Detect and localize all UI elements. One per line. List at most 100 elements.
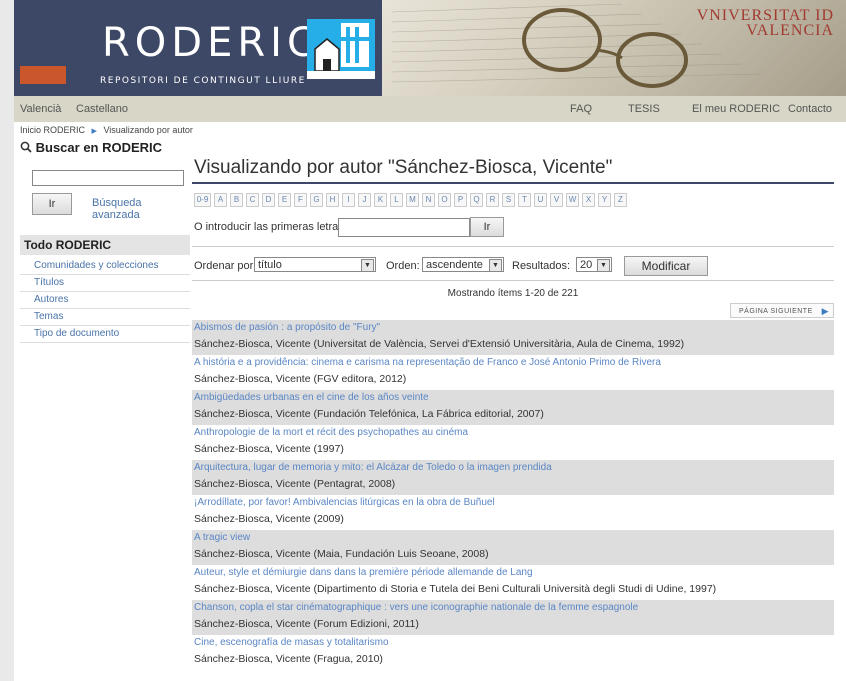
next-page-button[interactable]: PÁGINA SIGUIENTE ▶: [730, 303, 834, 318]
chevron-right-icon: ▶: [821, 306, 829, 316]
item-title-link[interactable]: Cine, escenografía de masas y totalitari…: [194, 637, 389, 648]
alphabet-letter[interactable]: N: [422, 193, 435, 207]
alphabet-letter[interactable]: H: [326, 193, 339, 207]
alphabet-letter[interactable]: Z: [614, 193, 627, 207]
alphabet-letter[interactable]: 0-9: [194, 193, 211, 207]
results-count: Mostrando ítems 1-20 de 221: [447, 288, 579, 299]
alphabet-letter[interactable]: E: [278, 193, 291, 207]
item-author: Sánchez-Biosca, Vicente (Maia, Fundación…: [194, 548, 489, 560]
list-item: Anthropologie de la mort et récit des ps…: [192, 425, 834, 460]
lang-valencia-link[interactable]: Valencià: [20, 103, 61, 115]
next-page-label: PÁGINA SIGUIENTE: [739, 308, 813, 315]
item-title-link[interactable]: A tragic view: [194, 532, 250, 543]
sort-by-value: título: [258, 259, 282, 271]
divider: [192, 246, 834, 247]
modify-button[interactable]: Modificar: [624, 256, 708, 276]
sidebar-item-titles[interactable]: Títulos: [20, 275, 190, 292]
alphabet-letter[interactable]: V: [550, 193, 563, 207]
alphabet-letter[interactable]: B: [230, 193, 243, 207]
item-author: Sánchez-Biosca, Vicente (FGV editora, 20…: [194, 373, 407, 385]
item-author: Sánchez-Biosca, Vicente (Universitat de …: [194, 338, 685, 350]
alphabet-letter[interactable]: S: [502, 193, 515, 207]
alphabet-letter[interactable]: R: [486, 193, 499, 207]
alphabet-letter[interactable]: J: [358, 193, 371, 207]
alphabet-letter[interactable]: Y: [598, 193, 611, 207]
alphabet-letter[interactable]: D: [262, 193, 275, 207]
list-item: A tragic view Sánchez-Biosca, Vicente (Ma…: [192, 530, 834, 565]
item-author: Sánchez-Biosca, Vicente (Dipartimento di…: [194, 583, 717, 595]
alphabet-letter[interactable]: P: [454, 193, 467, 207]
sort-by-select[interactable]: título ▼: [254, 257, 376, 272]
advanced-search-link[interactable]: Búsqueda avanzada: [92, 197, 188, 221]
results-per-page-select[interactable]: 20 ▼: [576, 257, 612, 272]
alphabet-letter[interactable]: F: [294, 193, 307, 207]
alphabet-letter[interactable]: M: [406, 193, 419, 207]
breadcrumb: Inicio RODERIC ▶ Visualizando por autor: [20, 125, 193, 135]
logo-accent-bar: [20, 66, 66, 84]
page-title: Visualizando por autor "Sánchez-Biosca, …: [194, 157, 613, 178]
site-logo[interactable]: RODERIC: [102, 20, 320, 66]
list-item: Cine, escenografía de masas y totalitari…: [192, 635, 834, 670]
alphabet-letter[interactable]: K: [374, 193, 387, 207]
university-logo[interactable]: VNIVERSITAT ID VALENCIA: [697, 8, 834, 39]
sidebar-item-authors[interactable]: Autores: [20, 292, 190, 309]
alphabet-letter[interactable]: U: [534, 193, 547, 207]
title-divider: [192, 182, 834, 184]
item-title-link[interactable]: Ambigüedades urbanas en el cine de los a…: [194, 392, 429, 403]
item-author: Sánchez-Biosca, Vicente (Forum Edizioni,…: [194, 618, 419, 630]
divider: [192, 280, 834, 281]
alphabet-letter[interactable]: Q: [470, 193, 483, 207]
roderic-emblem: [307, 19, 375, 79]
item-title-link[interactable]: Anthropologie de la mort et récit des ps…: [194, 427, 468, 438]
nav-tesis-link[interactable]: TESIS: [628, 103, 660, 115]
nav-contact-link[interactable]: Contacto: [788, 103, 832, 115]
sidebar-search-input[interactable]: [32, 170, 184, 186]
sidebar-search-go-button[interactable]: Ir: [32, 193, 72, 215]
alphabet-letter[interactable]: A: [214, 193, 227, 207]
item-title-link[interactable]: A história e a providência: cinema e car…: [194, 357, 661, 368]
item-title-link[interactable]: Abismos de pasión : a propósito de "Fury…: [194, 322, 380, 333]
breadcrumb-separator-icon: ▶: [91, 128, 97, 135]
alphabet-letter[interactable]: T: [518, 193, 531, 207]
list-item: ¡Arrodíllate, por favor! Ambivalencias l…: [192, 495, 834, 530]
nav-faq-link[interactable]: FAQ: [570, 103, 592, 115]
sidebar-search-title: Buscar en RODERIC: [35, 140, 163, 155]
alphabet-letter[interactable]: C: [246, 193, 259, 207]
item-title-link[interactable]: ¡Arrodíllate, por favor! Ambivalencias l…: [194, 497, 495, 508]
item-author: Sánchez-Biosca, Vicente (2009): [194, 513, 344, 525]
results-per-page-value: 20: [580, 259, 593, 271]
sort-controls: Ordenar por: título ▼ Orden: ascendente …: [192, 256, 834, 276]
alphabet-letter[interactable]: G: [310, 193, 323, 207]
alphabet-letter[interactable]: X: [582, 193, 595, 207]
item-author: Sánchez-Biosca, Vicente (1997): [194, 443, 344, 455]
breadcrumb-current: Visualizando por autor: [103, 125, 193, 135]
order-value: ascendente: [426, 259, 483, 271]
nav-my-roderic-link[interactable]: El meu RODERIC: [692, 103, 780, 115]
sidebar-item-communities[interactable]: Comunidades y colecciones: [20, 258, 190, 275]
item-title-link[interactable]: Auteur, style et démiurgie dans dans la …: [194, 567, 533, 578]
header-photo: VNIVERSITAT ID VALENCIA: [382, 0, 846, 96]
item-title-link[interactable]: Chanson, copla el star cinématographique…: [194, 602, 638, 613]
sidebar-item-subjects[interactable]: Temas: [20, 309, 190, 326]
list-item: Chanson, copla el star cinématographique…: [192, 600, 834, 635]
sidebar-item-document-type[interactable]: Tipo de documento: [20, 326, 190, 343]
alphabet-letter[interactable]: W: [566, 193, 579, 207]
breadcrumb-home[interactable]: Inicio RODERIC: [20, 125, 85, 135]
lang-castellano-link[interactable]: Castellano: [76, 103, 128, 115]
alphabet-letter[interactable]: I: [342, 193, 355, 207]
initials-go-button[interactable]: Ir: [470, 217, 504, 237]
page: RODERIC REPOSITORI DE CONTINGUT LLIURE V…: [14, 0, 846, 681]
alphabet-letter[interactable]: O: [438, 193, 451, 207]
item-author: Sánchez-Biosca, Vicente (Fundación Telef…: [194, 408, 544, 420]
list-item: Auteur, style et démiurgie dans dans la …: [192, 565, 834, 600]
order-select[interactable]: ascendente ▼: [422, 257, 504, 272]
chevron-down-icon: ▼: [361, 259, 374, 272]
site-logo-subtitle: REPOSITORI DE CONTINGUT LLIURE: [100, 76, 306, 86]
sort-by-label: Ordenar por:: [194, 260, 257, 272]
initials-input[interactable]: [338, 218, 470, 237]
list-item: A história e a providência: cinema e car…: [192, 355, 834, 390]
item-title-link[interactable]: Arquitectura, lugar de memoria y mito: e…: [194, 462, 552, 473]
list-item: Ambigüedades urbanas en el cine de los a…: [192, 390, 834, 425]
alphabet-letter[interactable]: L: [390, 193, 403, 207]
order-label: Orden:: [386, 260, 420, 272]
